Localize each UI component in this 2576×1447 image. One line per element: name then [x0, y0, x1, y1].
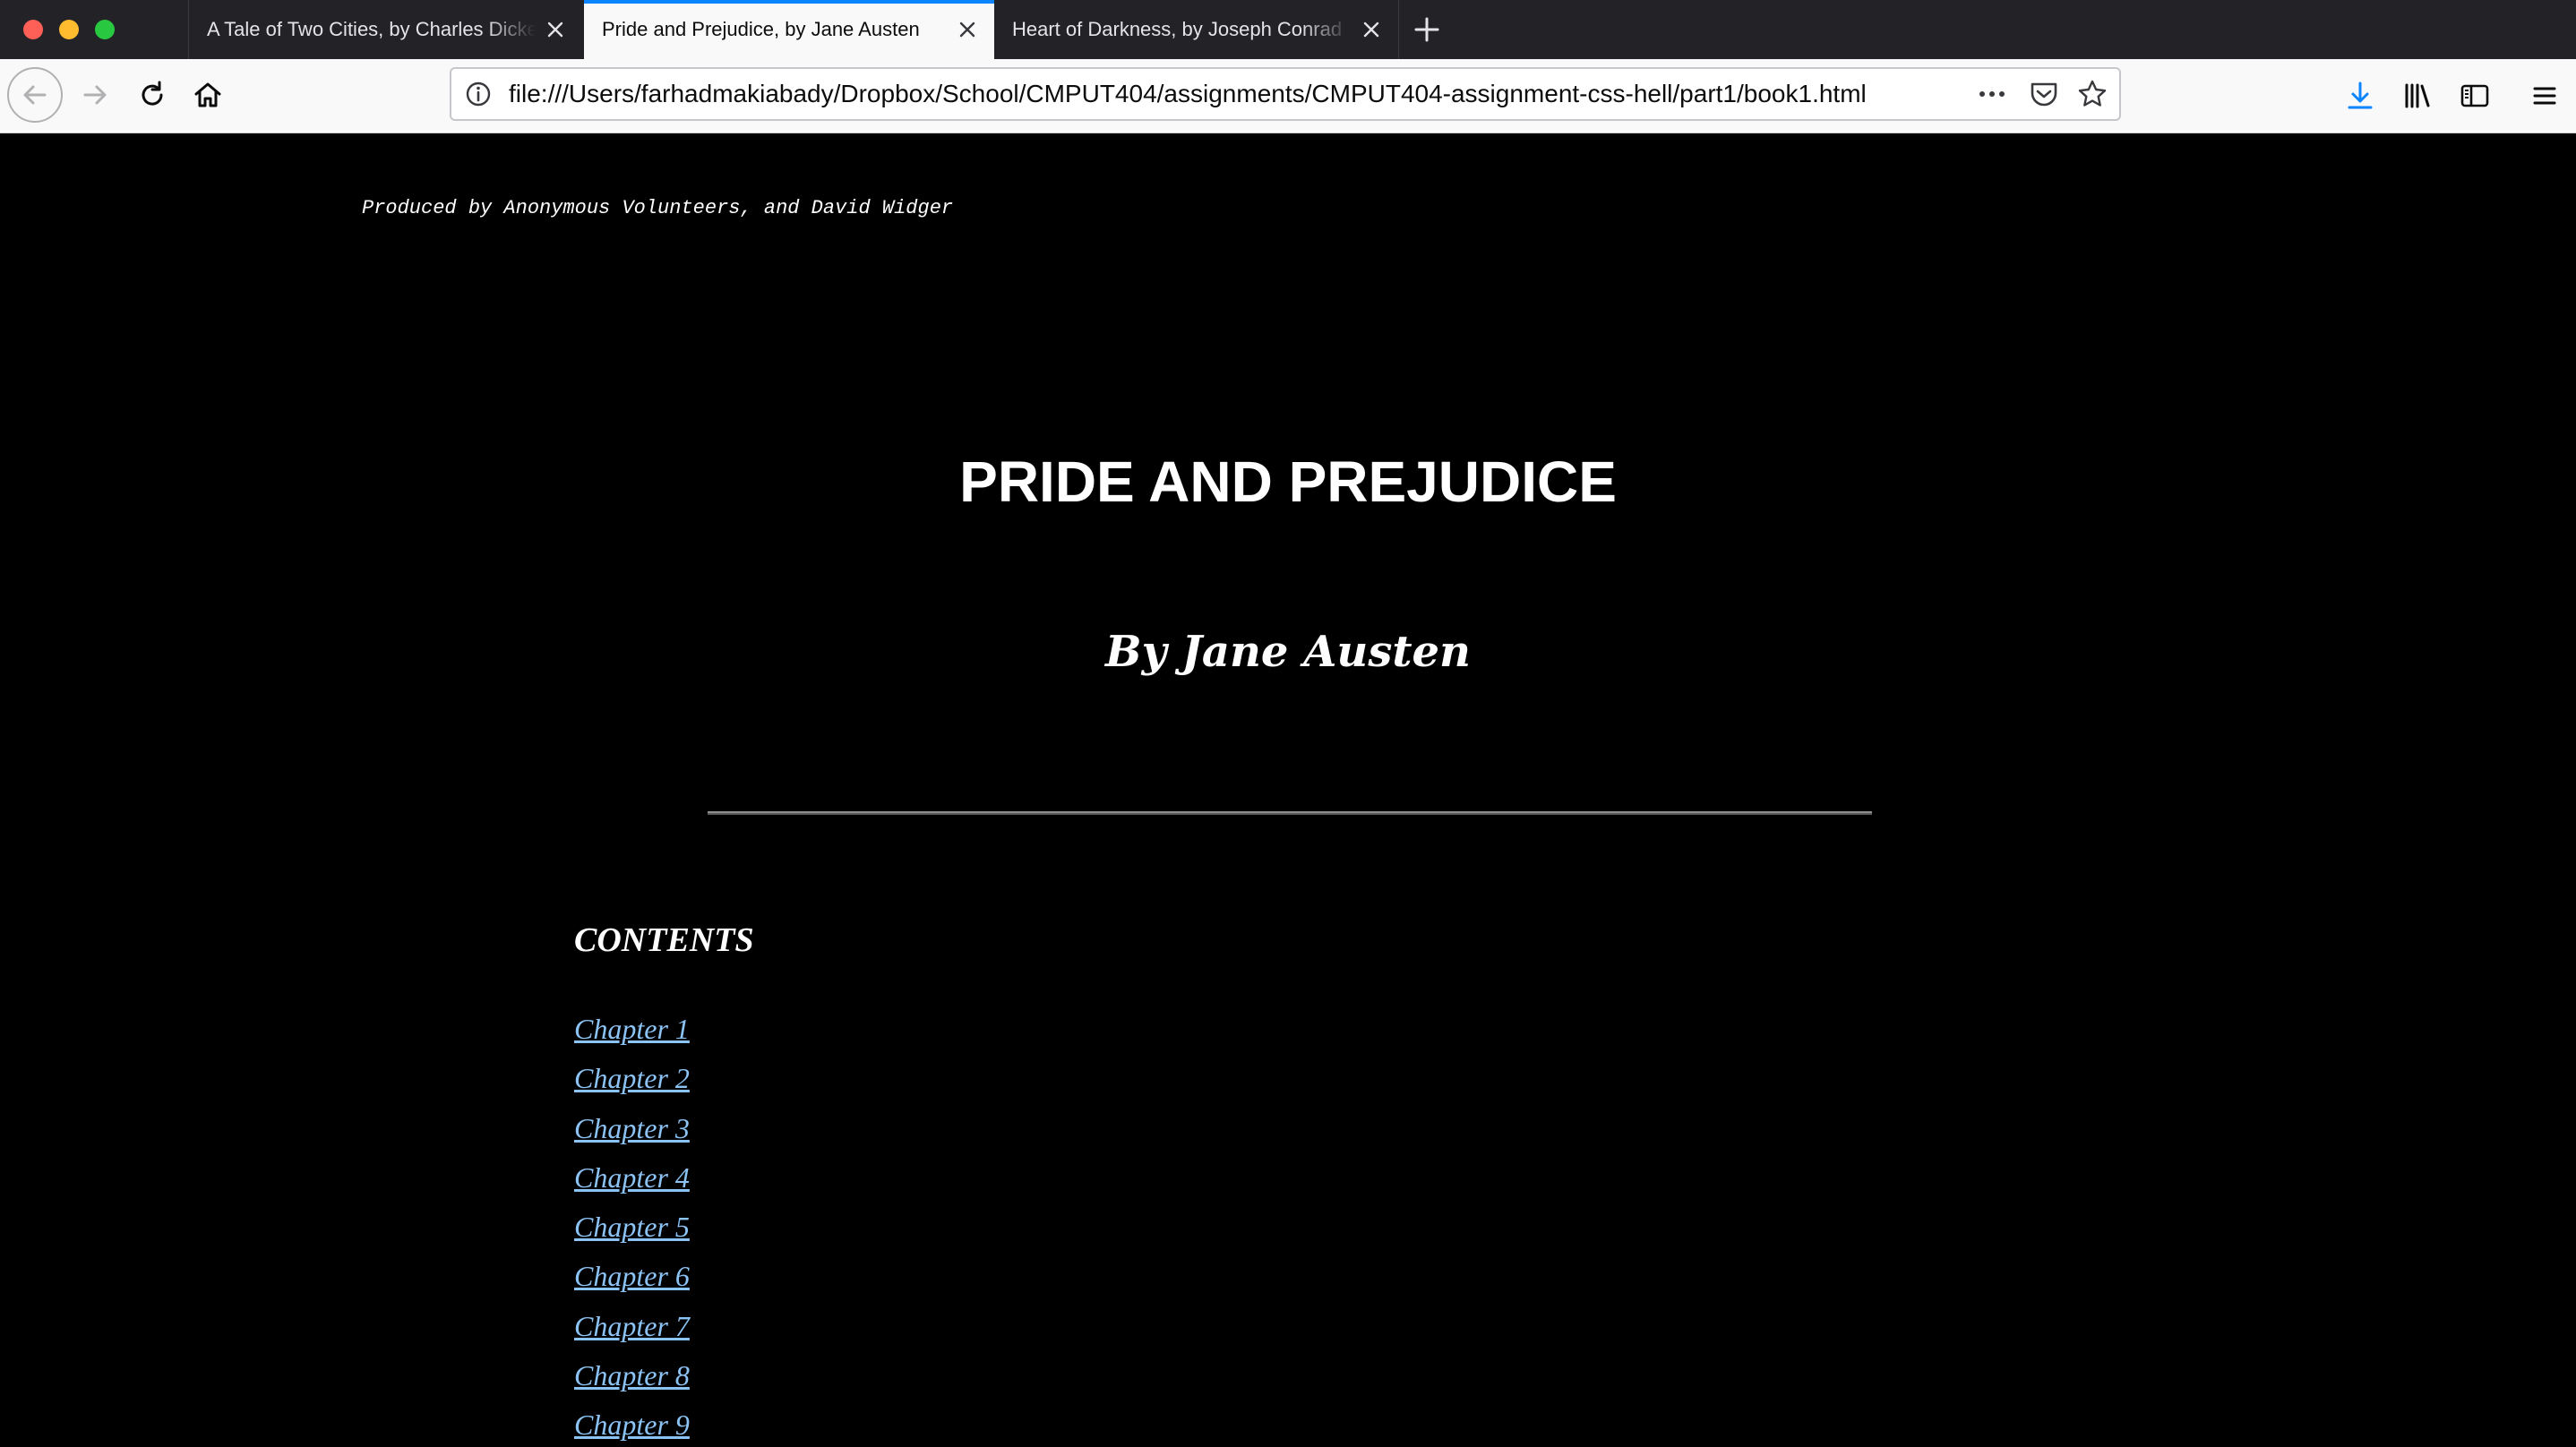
close-icon[interactable] [948, 10, 987, 49]
tab-title: A Tale of Two Cities, by Charles Dickens [207, 18, 536, 40]
list-item: Chapter 1 [574, 1008, 690, 1057]
list-item: Chapter 8 [574, 1355, 690, 1404]
star-icon[interactable] [2074, 78, 2110, 110]
divider [708, 811, 1872, 815]
book-author: By Jane Austen [1105, 627, 1471, 677]
menu-button[interactable] [2522, 73, 2567, 118]
menu-icon [2533, 87, 2556, 105]
close-icon[interactable] [1352, 10, 1391, 49]
list-item: Chapter 6 [574, 1255, 690, 1305]
close-icon[interactable] [536, 10, 575, 49]
forward-icon [83, 85, 107, 105]
home-icon [194, 82, 221, 107]
reload-button[interactable] [124, 66, 181, 124]
list-item: Chapter 2 [574, 1057, 690, 1107]
tab-heart-of-darkness[interactable]: Heart of Darkness, by Joseph Conrad [994, 0, 1399, 59]
tab-title: Pride and Prejudice, by Jane Austen [602, 18, 920, 40]
pocket-icon[interactable] [2026, 78, 2062, 110]
chapter-link[interactable]: Chapter 5 [574, 1211, 690, 1243]
reload-icon [142, 81, 163, 106]
chapter-link[interactable]: Chapter 6 [574, 1260, 690, 1292]
new-tab-icon [1414, 17, 1439, 42]
tab-strip: A Tale of Two Cities, by Charles Dickens… [0, 0, 2576, 59]
list-item: Chapter 7 [574, 1306, 690, 1355]
list-item: Chapter 5 [574, 1206, 690, 1255]
minimize-window-button[interactable] [59, 20, 79, 39]
zoom-window-button[interactable] [95, 20, 115, 39]
chapter-link[interactable]: Chapter 7 [574, 1310, 690, 1342]
produced-by-credit: Produced by Anonymous Volunteers, and Da… [362, 197, 954, 219]
tab-tale-of-two-cities[interactable]: A Tale of Two Cities, by Charles Dickens [188, 0, 582, 59]
info-icon[interactable] [464, 80, 493, 108]
navigation-toolbar: file:///Users/farhadmakiabady/Dropbox/Sc… [0, 59, 2576, 133]
chapter-link[interactable]: Chapter 2 [574, 1062, 690, 1094]
forward-button[interactable] [66, 66, 124, 124]
download-icon [2348, 81, 2373, 109]
close-window-button[interactable] [23, 20, 43, 39]
new-tab-button[interactable] [1404, 9, 1449, 50]
url-text[interactable]: file:///Users/farhadmakiabady/Dropbox/Sc… [509, 69, 1867, 119]
page-content: Produced by Anonymous Volunteers, and Da… [0, 133, 2576, 1447]
back-button[interactable] [7, 67, 63, 123]
sidebar-icon [2460, 84, 2489, 107]
library-icon [2405, 83, 2430, 108]
more-icon[interactable] [1974, 78, 2010, 110]
chapter-link[interactable]: Chapter 1 [574, 1013, 690, 1045]
contents-heading: CONTENTS [574, 921, 754, 959]
chapter-link[interactable]: Chapter 4 [574, 1161, 690, 1194]
chapter-link[interactable]: Chapter 3 [574, 1112, 690, 1144]
list-item: Chapter 4 [574, 1157, 690, 1206]
book-title: PRIDE AND PREJUDICE [959, 450, 1617, 514]
library-button[interactable] [2395, 73, 2440, 118]
list-item: Chapter 9 [574, 1404, 690, 1447]
chapter-link[interactable]: Chapter 8 [574, 1359, 690, 1391]
sidebar-button[interactable] [2452, 73, 2497, 118]
tab-title: Heart of Darkness, by Joseph Conrad [1012, 18, 1343, 40]
downloads-button[interactable] [2338, 73, 2383, 118]
chapter-link[interactable]: Chapter 9 [574, 1408, 690, 1441]
table-of-contents: Chapter 1 Chapter 2 Chapter 3 Chapter 4 … [574, 1008, 690, 1447]
address-bar[interactable]: file:///Users/farhadmakiabady/Dropbox/Sc… [450, 67, 2121, 121]
back-icon [23, 85, 47, 105]
tab-pride-and-prejudice[interactable]: Pride and Prejudice, by Jane Austen [584, 0, 994, 59]
home-button[interactable] [179, 66, 236, 124]
list-item: Chapter 3 [574, 1108, 690, 1157]
